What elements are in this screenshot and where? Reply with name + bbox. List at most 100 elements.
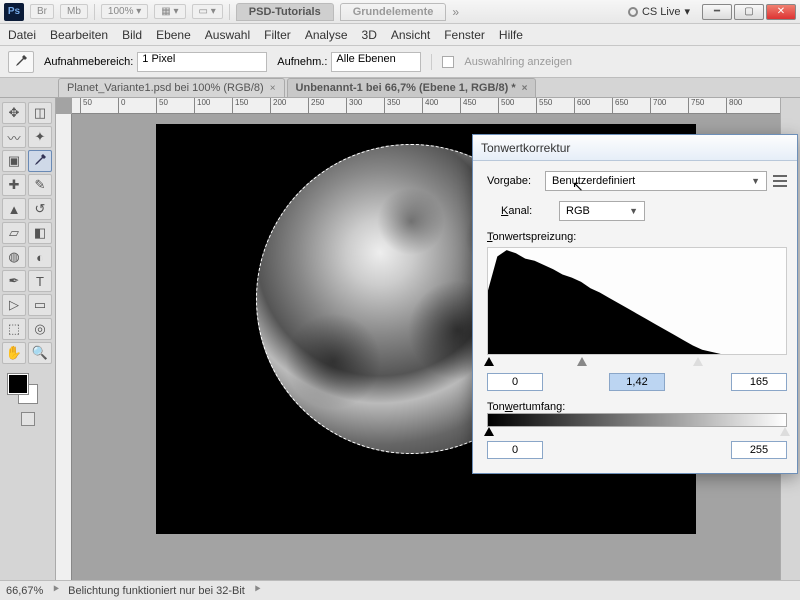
history-brush-tool[interactable]: ↺ (28, 198, 52, 220)
foreground-swatch[interactable] (8, 374, 28, 394)
preset-menu-icon[interactable] (773, 175, 787, 187)
status-message: Belichtung funktioniert nur bei 32-Bit (68, 585, 245, 597)
output-white-field[interactable] (731, 441, 787, 459)
status-arrow-icon[interactable]: ⯈ (51, 584, 60, 597)
color-swatches[interactable] (2, 372, 53, 406)
chevron-down-icon: ▼ (751, 176, 760, 186)
white-point-slider[interactable] (693, 357, 703, 366)
black-point-slider[interactable] (484, 357, 494, 366)
preset-select[interactable]: Benutzerdefiniert ▼ (545, 171, 767, 191)
menu-bild[interactable]: Bild (122, 28, 142, 42)
menu-datei[interactable]: Datei (8, 28, 36, 42)
workspace-overflow-icon[interactable]: » (452, 5, 459, 19)
menu-hilfe[interactable]: Hilfe (499, 28, 523, 42)
output-black-slider[interactable] (484, 427, 494, 436)
preset-label: Vorgabe: (487, 175, 539, 187)
sample-size-select[interactable]: 1 Pixel (137, 52, 267, 72)
menu-auswahl[interactable]: Auswahl (205, 28, 250, 42)
chevron-down-icon: ▾ (684, 5, 690, 18)
ruler-vertical (56, 114, 72, 580)
window-maximize-button[interactable]: ▢ (734, 4, 764, 20)
status-arrow-icon[interactable]: ⯈ (253, 584, 262, 597)
screen-mode-icon[interactable]: ▭ ▾ (192, 4, 223, 19)
minibridge-chip[interactable]: Mb (60, 4, 88, 19)
preset-value: Benutzerdefiniert (552, 175, 635, 187)
eraser-tool[interactable]: ▱ (2, 222, 26, 244)
view-mode-icon[interactable]: ▦ ▾ (154, 4, 185, 19)
sample-layers-select[interactable]: Alle Ebenen (331, 52, 421, 72)
gradient-tool[interactable]: ◧ (28, 222, 52, 244)
shape-tool[interactable]: ▭ (28, 294, 52, 316)
magic-wand-tool[interactable]: ✦ (28, 126, 52, 148)
pen-tool[interactable]: ✒ (2, 270, 26, 292)
lasso-tool[interactable]: 〰 (2, 126, 26, 148)
output-sliders[interactable] (487, 427, 787, 439)
workspace-tab-grundelemente[interactable]: Grundelemente (340, 3, 447, 21)
stamp-tool[interactable]: ▲ (2, 198, 26, 220)
sample-layers-control: Aufnehm.: Alle Ebenen (277, 52, 421, 72)
hand-tool[interactable]: ✋ (2, 342, 26, 364)
type-tool[interactable]: T (28, 270, 52, 292)
zoom-tool[interactable]: 🔍 (28, 342, 52, 364)
menu-bearbeiten[interactable]: Bearbeiten (50, 28, 108, 42)
output-gradient (487, 413, 787, 427)
move-tool[interactable]: ✥ (2, 102, 26, 124)
channel-value: RGB (566, 205, 590, 217)
separator (94, 4, 95, 20)
healing-tool[interactable]: ✚ (2, 174, 26, 196)
eyedropper-tool[interactable] (28, 150, 52, 172)
output-white-slider[interactable] (780, 427, 790, 436)
window-close-button[interactable]: ✕ (766, 4, 796, 20)
sample-size-control: Aufnahmebereich: 1 Pixel (44, 52, 267, 72)
close-tab-icon[interactable]: × (522, 83, 528, 94)
document-tab-unbenannt[interactable]: Unbenannt-1 bei 66,7% (Ebene 1, RGB/8) *… (287, 78, 537, 97)
dodge-tool[interactable]: ◐ (28, 246, 52, 268)
path-select-tool[interactable]: ▷ (2, 294, 26, 316)
sample-layers-label: Aufnehm.: (277, 56, 327, 68)
document-tab-label: Planet_Variante1.psd bei 100% (RGB/8) (67, 82, 264, 94)
app-logo: Ps (4, 3, 24, 21)
crop-tool[interactable]: ▣ (2, 150, 26, 172)
input-white-field[interactable] (731, 373, 787, 391)
active-tool-eyedropper-icon[interactable] (8, 51, 34, 73)
toolbox: ✥◫ 〰✦ ▣ ✚✎ ▲↺ ▱◧ ◍◐ ✒T ▷▭ ⬚◎ ✋🔍 (0, 98, 56, 580)
document-tab-planet[interactable]: Planet_Variante1.psd bei 100% (RGB/8) × (58, 78, 285, 97)
quickmask-toggle[interactable] (2, 412, 53, 426)
separator (431, 54, 432, 70)
document-tab-label: Unbenannt-1 bei 66,7% (Ebene 1, RGB/8) * (296, 82, 516, 94)
show-sample-ring-label: Auswahlring anzeigen (464, 56, 572, 68)
separator (229, 4, 230, 20)
workspace-tab-tutorials[interactable]: PSD-Tutorials (236, 3, 334, 21)
3d-tool[interactable]: ⬚ (2, 318, 26, 340)
bridge-chip[interactable]: Br (30, 4, 54, 19)
menu-fenster[interactable]: Fenster (444, 28, 485, 42)
brush-tool[interactable]: ✎ (28, 174, 52, 196)
sample-size-label: Aufnahmebereich: (44, 56, 133, 68)
zoom-select[interactable]: 100% ▾ (101, 4, 148, 19)
menu-3d[interactable]: 3D (362, 28, 377, 42)
gamma-slider[interactable] (577, 357, 587, 366)
dialog-titlebar[interactable]: Tonwertkorrektur (473, 135, 797, 161)
cslive-label: CS Live (642, 6, 681, 18)
output-black-field[interactable] (487, 441, 543, 459)
menu-ebene[interactable]: Ebene (156, 28, 191, 42)
status-zoom[interactable]: 66,67% (6, 585, 43, 597)
options-bar: Aufnahmebereich: 1 Pixel Aufnehm.: Alle … (0, 46, 800, 78)
window-minimize-button[interactable]: ━ (702, 4, 732, 20)
blur-tool[interactable]: ◍ (2, 246, 26, 268)
marquee-tool[interactable]: ◫ (28, 102, 52, 124)
channel-select[interactable]: RGB ▼ (559, 201, 645, 221)
menu-ansicht[interactable]: Ansicht (391, 28, 430, 42)
menu-analyse[interactable]: Analyse (305, 28, 348, 42)
close-tab-icon[interactable]: × (270, 83, 276, 94)
input-levels-label: Tonwertspreizung: (487, 231, 787, 243)
input-black-field[interactable] (487, 373, 543, 391)
show-sample-ring-checkbox[interactable] (442, 56, 454, 68)
document-tabs: Planet_Variante1.psd bei 100% (RGB/8) × … (0, 78, 800, 98)
input-gamma-field[interactable] (609, 373, 665, 391)
menu-filter[interactable]: Filter (264, 28, 291, 42)
cslive-button[interactable]: CS Live ▾ (628, 5, 690, 18)
3d-camera-tool[interactable]: ◎ (28, 318, 52, 340)
input-sliders[interactable] (487, 357, 787, 369)
status-bar: 66,67% ⯈ Belichtung funktioniert nur bei… (0, 580, 800, 600)
